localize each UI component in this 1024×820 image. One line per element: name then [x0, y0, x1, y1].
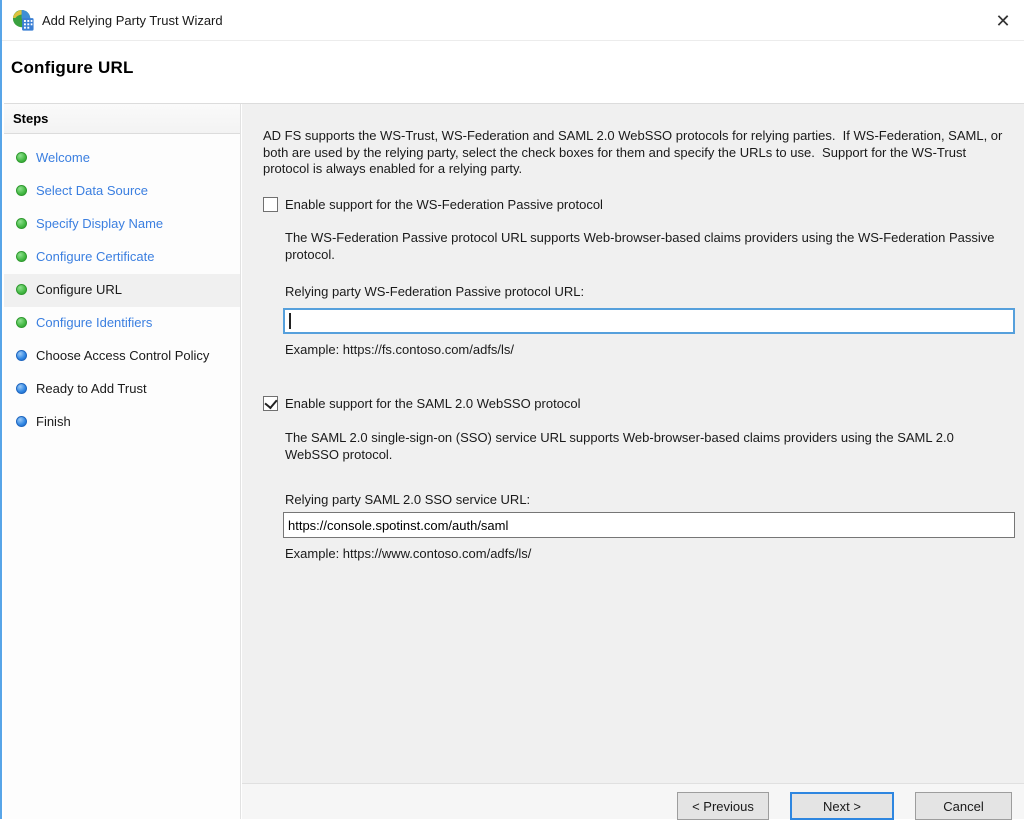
- sidebar-item-specify-display-name[interactable]: Specify Display Name: [4, 208, 240, 241]
- step-status-dot: [16, 383, 27, 394]
- text-caret: [289, 313, 291, 329]
- saml-checkbox-row: Enable support for the SAML 2.0 WebSSO p…: [263, 396, 581, 411]
- saml-checkbox[interactable]: [263, 396, 278, 411]
- sidebar-item-select-data-source[interactable]: Select Data Source: [4, 175, 240, 208]
- footer-button-bar: < Previous Next > Cancel: [242, 783, 1024, 819]
- saml-url-input-wrap: [283, 512, 1015, 538]
- steps-sidebar: Steps Welcome Select Data Source Specify…: [4, 104, 241, 819]
- wsfed-checkbox-row: Enable support for the WS-Federation Pas…: [263, 197, 603, 212]
- sidebar-item-configure-certificate[interactable]: Configure Certificate: [4, 241, 240, 274]
- next-button[interactable]: Next >: [790, 792, 894, 820]
- sidebar-item-finish: Finish: [4, 406, 240, 439]
- adfs-globe-icon: [12, 9, 35, 32]
- steps-header: Steps: [4, 104, 240, 134]
- saml-description: The SAML 2.0 single-sign-on (SSO) servic…: [285, 430, 1011, 463]
- step-status-dot: [16, 284, 27, 295]
- wsfed-url-input-wrap: [283, 308, 1015, 334]
- sidebar-item-welcome[interactable]: Welcome: [4, 142, 240, 175]
- cancel-button[interactable]: Cancel: [915, 792, 1012, 820]
- window-title: Add Relying Party Trust Wizard: [42, 13, 223, 28]
- saml-checkbox-label[interactable]: Enable support for the SAML 2.0 WebSSO p…: [285, 396, 581, 411]
- sidebar-item-ready-to-add-trust: Ready to Add Trust: [4, 373, 240, 406]
- close-icon[interactable]: ✕: [992, 10, 1014, 32]
- step-status-dot: [16, 416, 27, 427]
- saml-url-label: Relying party SAML 2.0 SSO service URL:: [285, 492, 530, 507]
- wizard-body: Steps Welcome Select Data Source Specify…: [4, 103, 1024, 819]
- wizard-content: AD FS supports the WS-Trust, WS-Federati…: [242, 104, 1024, 783]
- step-status-dot: [16, 152, 27, 163]
- step-status-dot: [16, 350, 27, 361]
- sidebar-item-configure-identifiers[interactable]: Configure Identifiers: [4, 307, 240, 340]
- step-status-dot: [16, 218, 27, 229]
- step-status-dot: [16, 185, 27, 196]
- page-title: Configure URL: [11, 58, 134, 78]
- saml-url-input[interactable]: [283, 512, 1015, 538]
- steps-list: Welcome Select Data Source Specify Displ…: [4, 142, 240, 439]
- wsfed-description: The WS-Federation Passive protocol URL s…: [285, 230, 1011, 263]
- sidebar-item-configure-url: Configure URL: [4, 274, 240, 307]
- previous-button[interactable]: < Previous: [677, 792, 769, 820]
- sidebar-item-choose-access-control-policy: Choose Access Control Policy: [4, 340, 240, 373]
- wsfed-checkbox[interactable]: [263, 197, 278, 212]
- titlebar: Add Relying Party Trust Wizard ✕: [2, 0, 1024, 41]
- wsfed-url-label: Relying party WS-Federation Passive prot…: [285, 284, 584, 299]
- saml-example-text: Example: https://www.contoso.com/adfs/ls…: [285, 546, 531, 561]
- wizard-window: Add Relying Party Trust Wizard ✕ Configu…: [0, 0, 1024, 819]
- intro-text: AD FS supports the WS-Trust, WS-Federati…: [263, 128, 1015, 178]
- step-status-dot: [16, 251, 27, 262]
- step-status-dot: [16, 317, 27, 328]
- wsfed-url-input[interactable]: [283, 308, 1015, 334]
- wsfed-checkbox-label[interactable]: Enable support for the WS-Federation Pas…: [285, 197, 603, 212]
- wsfed-example-text: Example: https://fs.contoso.com/adfs/ls/: [285, 342, 514, 357]
